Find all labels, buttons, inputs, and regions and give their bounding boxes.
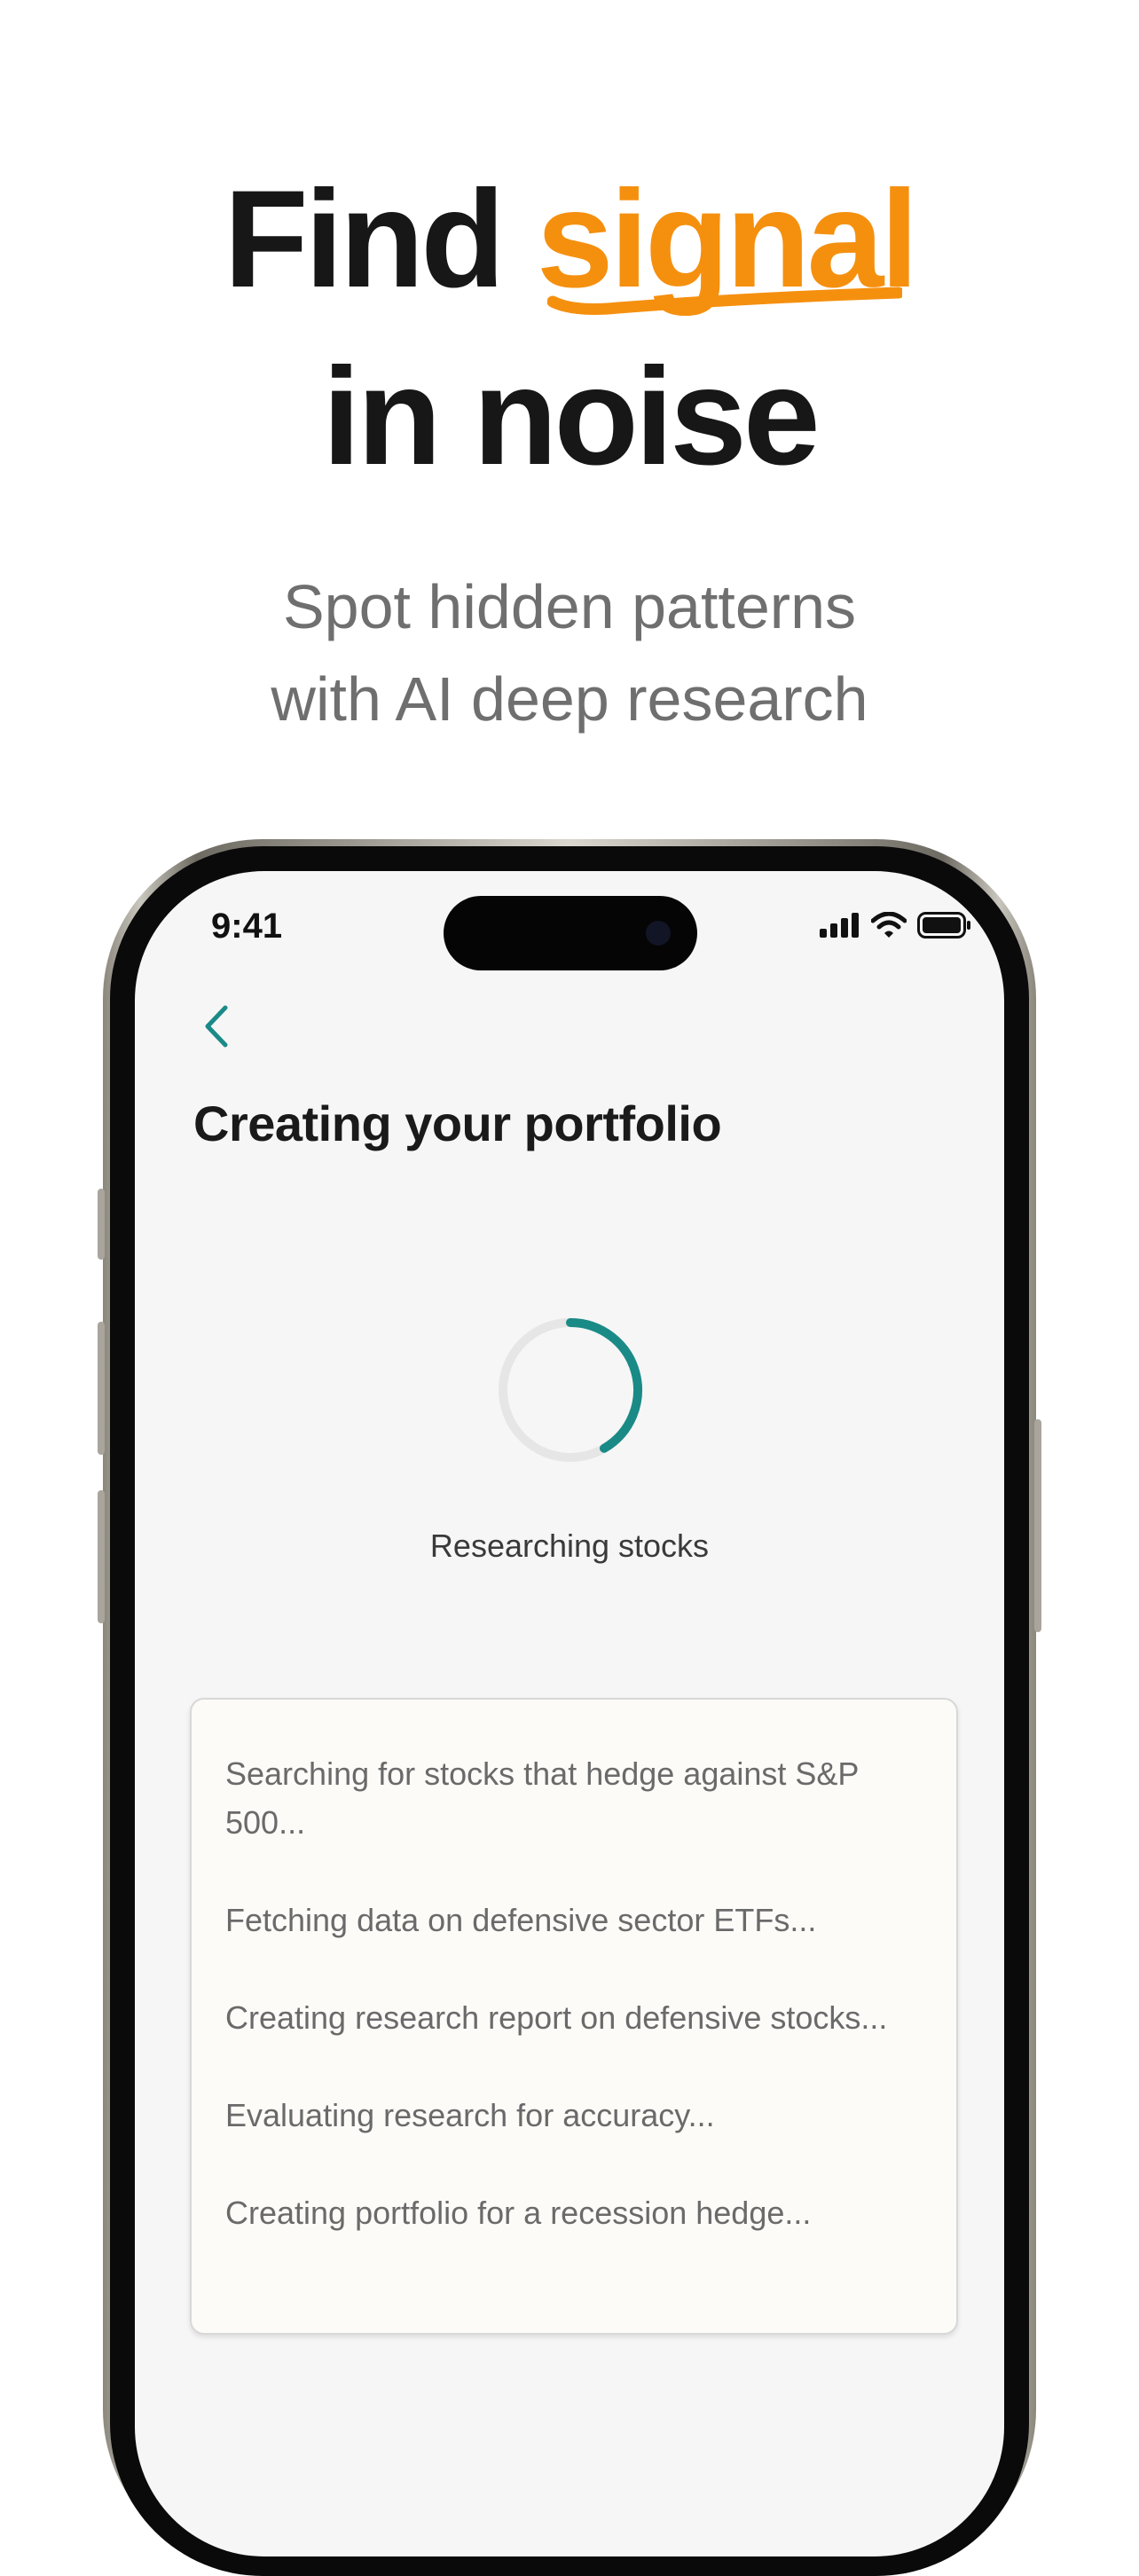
phone-screen: 9:41 Creating your portfolio Researching…	[135, 871, 1004, 2556]
headline-accent-word: signal	[537, 151, 919, 328]
research-log-item: Searching for stocks that hedge against …	[225, 1755, 859, 1841]
battery-icon	[917, 912, 970, 939]
research-log-item: Creating portfolio for a recession hedge…	[225, 2195, 812, 2231]
phone-power-button	[1034, 1419, 1041, 1632]
phone-volume-down-button	[98, 1490, 105, 1623]
status-bar-icons	[820, 912, 972, 939]
wifi-icon	[871, 912, 907, 938]
research-log-list: Searching for stocks that hedge against …	[225, 1749, 935, 2286]
subtitle-line-1: Spot hidden patterns	[282, 572, 857, 641]
hero-headline: Find signal in noise	[0, 151, 1139, 506]
research-log-item: Fetching data on defensive sector ETFs..…	[225, 1902, 817, 1938]
camera-lens-icon	[646, 921, 671, 946]
research-log-item: Evaluating research for accuracy...	[225, 2097, 715, 2133]
loading-spinner	[499, 1318, 642, 1462]
phone-volume-up-button	[98, 1322, 105, 1455]
headline-line-2: in noise	[322, 340, 820, 494]
hero-subtitle: Spot hidden patterns with AI deep resear…	[0, 561, 1139, 745]
subtitle-line-2: with AI deep research	[271, 664, 868, 734]
page-title: Creating your portfolio	[193, 1096, 722, 1151]
headline-line-1: Find signal	[0, 151, 1139, 328]
accent-underline-stroke	[546, 287, 902, 315]
headline-word-find: Find	[224, 162, 505, 317]
spinner-status-text: Researching stocks	[429, 1528, 710, 1564]
phone-action-button	[98, 1189, 105, 1260]
cellular-signal-icon	[820, 913, 859, 938]
research-log-card: Searching for stocks that hedge against …	[190, 1698, 958, 2335]
status-bar-time: 9:41	[211, 907, 283, 946]
chevron-left-icon[interactable]	[186, 995, 248, 1057]
research-log-item: Creating research report on defensive st…	[225, 1999, 888, 2036]
dynamic-island	[444, 896, 697, 970]
